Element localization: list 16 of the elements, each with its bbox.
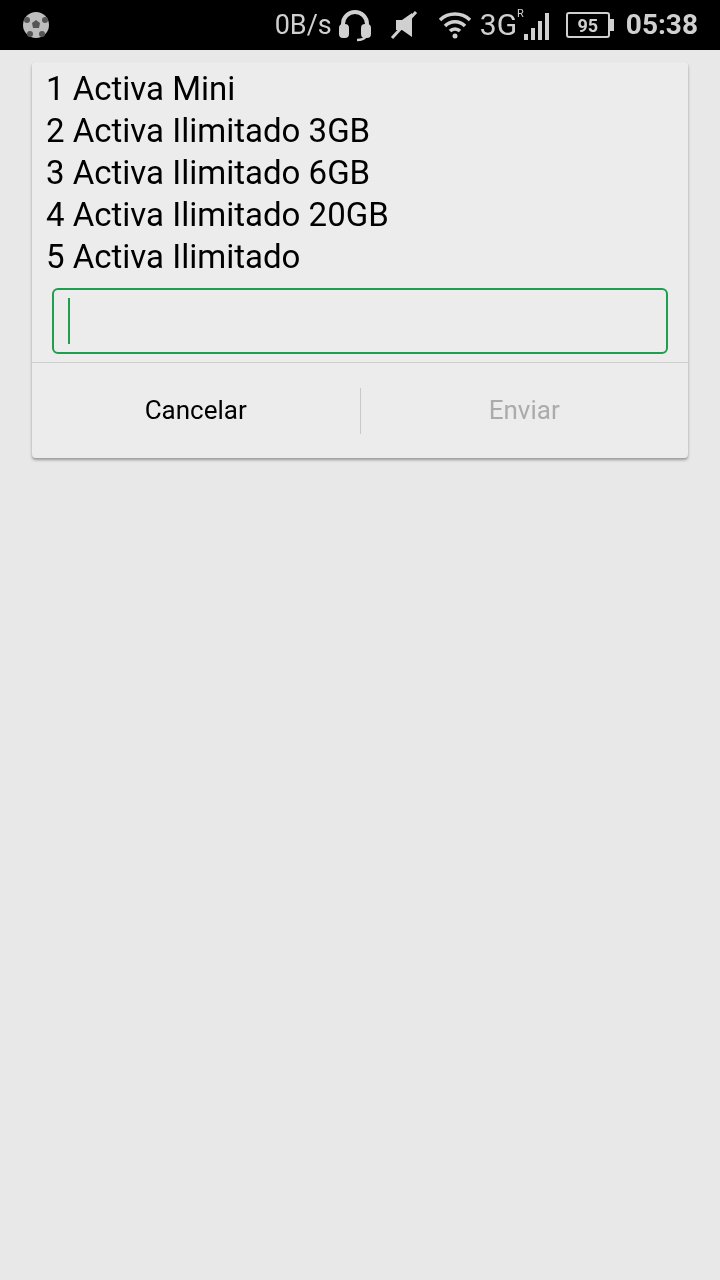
signal-icon xyxy=(523,10,550,40)
menu-option-text: 3 Activa Ilimitado 6GB xyxy=(46,152,372,194)
text-input-field[interactable] xyxy=(52,288,668,354)
menu-option-text: 2 Activa Ilimitado 3GB xyxy=(46,110,372,152)
dialog-button[interactable]: Cancelar xyxy=(32,363,360,458)
network-type: 3G xyxy=(479,10,518,40)
menu-option-text: 1 Activa Mini xyxy=(46,68,237,110)
menu-option-text: 4 Activa Ilimitado 20GB xyxy=(46,194,390,236)
wifi-icon xyxy=(437,11,472,39)
roaming-indicator: R xyxy=(517,6,524,22)
menu-option-text: 5 Activa Ilimitado xyxy=(46,236,302,278)
soccer-ball-icon xyxy=(22,11,50,39)
headset-icon xyxy=(337,8,372,42)
clock: 05:38 xyxy=(625,7,698,43)
muted-speaker-icon xyxy=(389,10,418,40)
network-speed: 0B/s xyxy=(274,7,332,43)
